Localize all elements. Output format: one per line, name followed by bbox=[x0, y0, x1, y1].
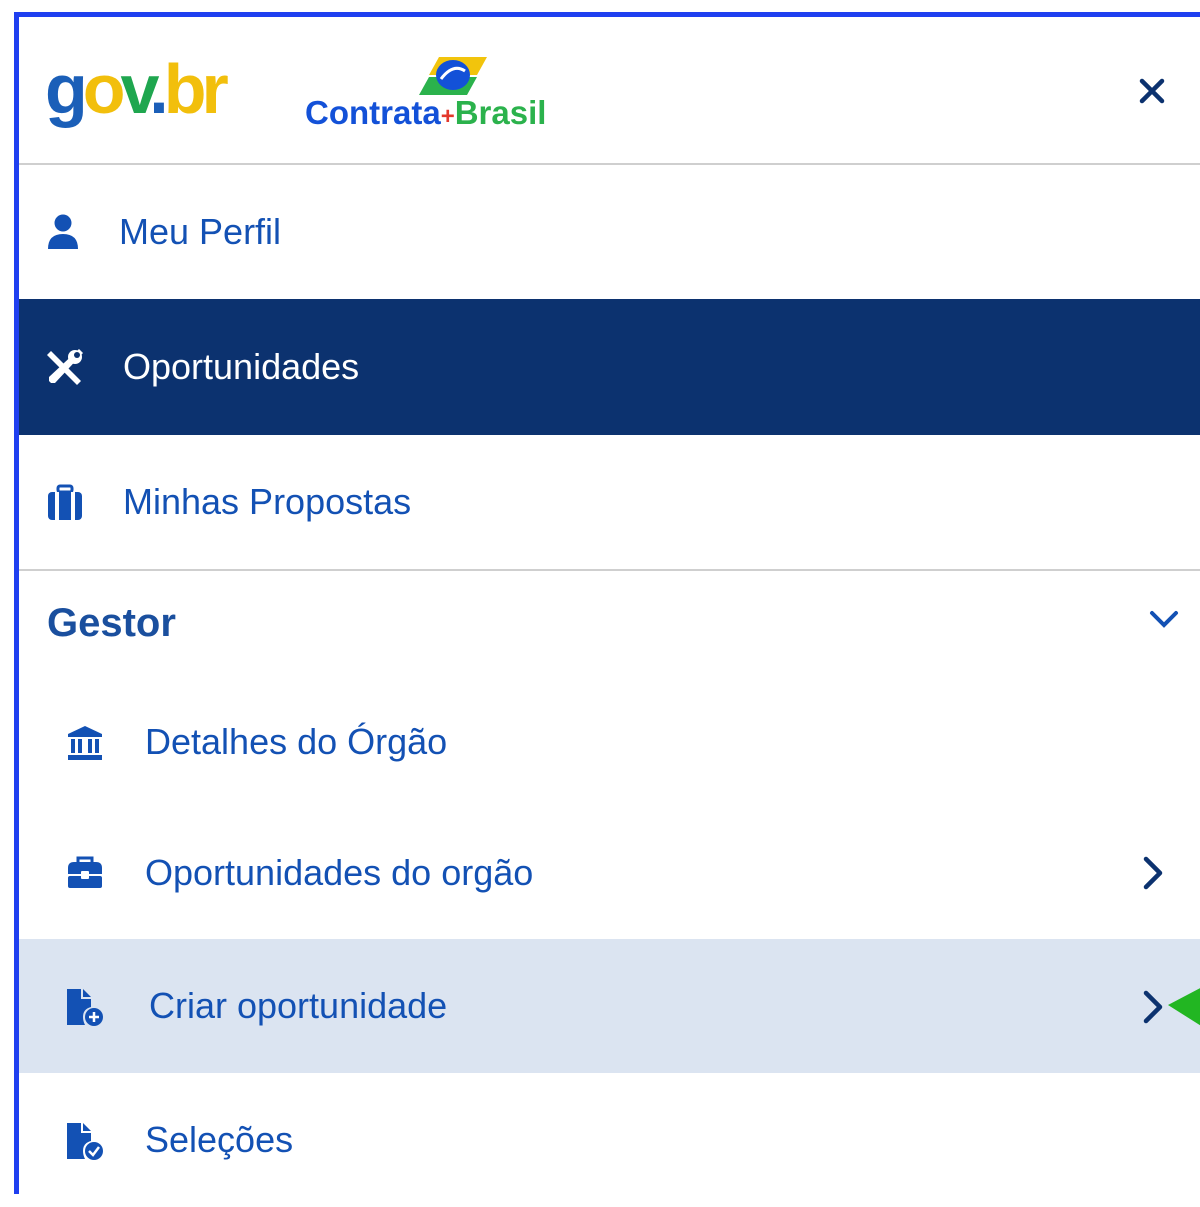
menu-item-selecoes[interactable]: Seleções bbox=[19, 1073, 1200, 1207]
menu-item-minhas-propostas[interactable]: Minhas Propostas bbox=[19, 435, 1200, 571]
menu-item-meu-perfil[interactable]: Meu Perfil bbox=[19, 165, 1200, 299]
menu-item-label: Oportunidades do orgão bbox=[145, 852, 534, 893]
close-button[interactable] bbox=[1132, 71, 1172, 111]
menu-item-oportunidades[interactable]: Oportunidades bbox=[19, 299, 1200, 435]
contrata-emblem-icon bbox=[419, 57, 487, 95]
pointer-arrow-icon bbox=[1168, 988, 1200, 1026]
close-icon bbox=[1139, 78, 1165, 104]
toolbox-icon bbox=[65, 853, 105, 893]
menu-item-label: Oportunidades bbox=[123, 346, 360, 387]
menu-item-detalhes-do-orgao[interactable]: Detalhes do Órgão bbox=[19, 677, 1200, 807]
contrata-brasil-wordmark: Contrata+Brasil bbox=[305, 93, 546, 137]
gestor-section-header[interactable]: Gestor bbox=[19, 571, 1200, 681]
tools-icon bbox=[45, 347, 85, 387]
govbr-logo[interactable]: gov.br bbox=[45, 49, 229, 129]
user-icon bbox=[43, 212, 83, 252]
institution-icon bbox=[65, 723, 105, 763]
menu-item-criar-oportunidade[interactable]: Criar oportunidade bbox=[19, 939, 1200, 1073]
gestor-section-title: Gestor bbox=[47, 601, 176, 645]
contrata-brasil-logo[interactable]: Contrata+Brasil bbox=[305, 53, 595, 133]
chevron-down-icon[interactable] bbox=[1144, 599, 1184, 639]
menu-item-label: Meu Perfil bbox=[119, 211, 282, 252]
briefcase-icon bbox=[45, 483, 85, 523]
chevron-right-icon[interactable] bbox=[1134, 853, 1170, 893]
logo-word-contrata: Contrata bbox=[305, 94, 441, 131]
menu-item-label: Minhas Propostas bbox=[123, 481, 412, 522]
menu-item-label: Detalhes do Órgão bbox=[145, 721, 448, 762]
logo-word-brasil: Brasil bbox=[454, 94, 547, 131]
menu-item-label: Seleções bbox=[145, 1119, 294, 1160]
file-check-icon bbox=[65, 1121, 105, 1161]
chevron-right-icon[interactable] bbox=[1134, 987, 1170, 1027]
menu-item-label: Criar oportunidade bbox=[149, 985, 448, 1026]
logo-plus: + bbox=[440, 103, 455, 130]
side-menu-panel: gov.br Contrata+Brasil Meu Perfil Oportu… bbox=[19, 17, 1200, 1194]
file-add-icon bbox=[65, 987, 105, 1027]
menu-item-oportunidades-do-orgao[interactable]: Oportunidades do orgão bbox=[19, 807, 1200, 939]
menu-header: gov.br Contrata+Brasil bbox=[19, 17, 1200, 165]
